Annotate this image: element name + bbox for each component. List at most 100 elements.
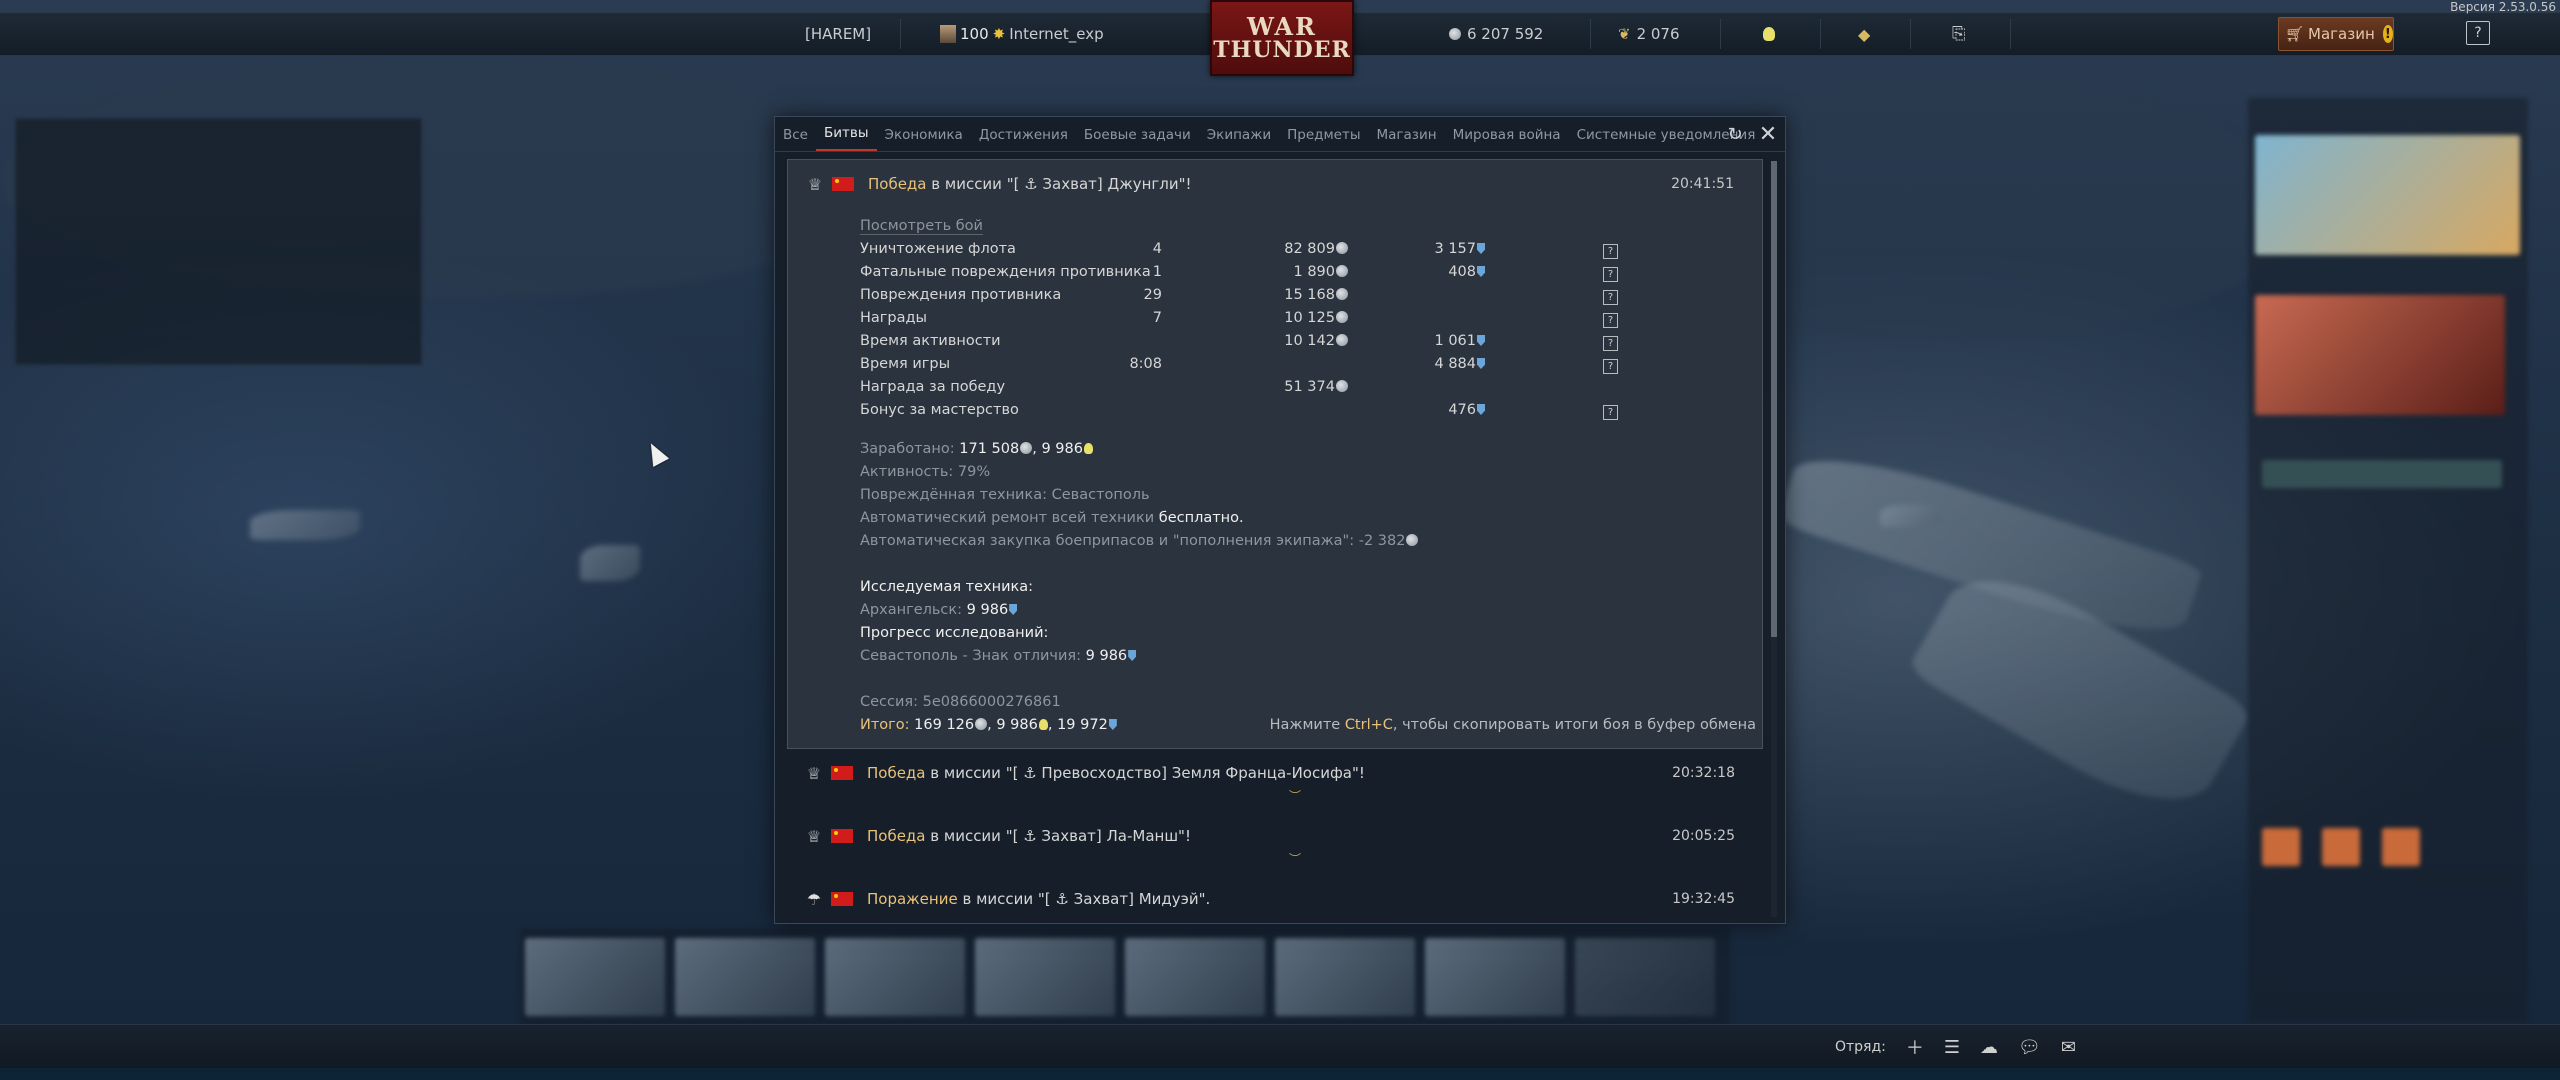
research-bulb-icon[interactable] — [1762, 13, 1775, 55]
bg-blurred-panel-left — [15, 118, 422, 365]
battle-time: 19:32:45 — [1672, 891, 1735, 907]
reward-research: 3 157 — [1434, 241, 1485, 257]
scrollbar[interactable] — [1771, 161, 1777, 917]
mail-icon[interactable]: ✉ — [2061, 1037, 2076, 1058]
tab-economy[interactable]: Экономика — [877, 125, 971, 151]
reward-label: Время игры — [860, 356, 951, 372]
silver-lions-icon — [1020, 442, 1033, 454]
silver-lions-icon — [1336, 288, 1348, 300]
reward-count: 8:08 — [1129, 356, 1162, 372]
silver-lions-icon — [1336, 380, 1348, 392]
golden-eagles-balance[interactable]: ❦ 2 076 — [1618, 13, 1680, 55]
research-vehicle-line: Архангельск: 9 986 — [860, 602, 1018, 625]
tab-battles[interactable]: Битвы — [816, 125, 877, 151]
gold-diamond-icon[interactable]: ◆ — [1858, 13, 1870, 55]
question-icon[interactable]: ? — [1603, 313, 1618, 328]
reward-silver: 10 142 — [1284, 333, 1348, 349]
reward-count: 1 — [1152, 264, 1162, 280]
tab-items[interactable]: Предметы — [1279, 125, 1368, 151]
chat-icon[interactable]: 💬︎ — [2018, 1037, 2041, 1058]
repair-line: Автоматический ремонт всей техники беспл… — [860, 510, 1244, 526]
battle-header[interactable]: ♕ Победа в миссии "[ ⚓ Захват] Джунгли"! — [806, 172, 1192, 196]
player-profile[interactable]: 100 ✸ Internet_exp — [940, 13, 1104, 55]
reward-row: Награда за победу 51 374 — [860, 379, 1620, 402]
trophy-icon: ♕ — [806, 763, 822, 783]
question-icon[interactable]: ? — [1603, 290, 1618, 305]
battle-row-collapsed[interactable]: ♕ Победа в миссии "[ ⚓ Захват] Ла-Манш"!… — [787, 816, 1763, 872]
reward-row: Повреждения противника 29 15 168? — [860, 287, 1620, 310]
defeat-icon: ☂ — [806, 889, 822, 909]
silver-lions-balance[interactable]: 6 207 592 — [1448, 13, 1543, 55]
battle-row-collapsed[interactable]: ☂ Поражение в миссии "[ ⚓ Захват] Мидуэй… — [787, 879, 1763, 923]
silver-lions-icon — [1336, 265, 1348, 277]
expand-chevron-icon[interactable]: ︶ — [1289, 787, 1301, 804]
bottom-strip — [0, 1068, 2560, 1080]
reward-silver: 51 374 — [1284, 379, 1348, 395]
war-thunder-logo[interactable]: WAR THUNDER — [1210, 0, 1354, 76]
research-points-icon — [1477, 404, 1485, 415]
question-icon[interactable]: ? — [1603, 405, 1618, 420]
total-line: Итого: 169 126, 9 986, 19 972 — [860, 717, 1117, 740]
research-bulb-icon — [1083, 443, 1093, 454]
friends-icon[interactable]: ☁ — [1980, 1037, 1998, 1058]
question-icon[interactable]: ? — [1603, 244, 1618, 259]
bottom-bar: Отряд: ＋ ☰ ☁ 💬︎ ✉ — [0, 1024, 2560, 1069]
scrollbar-thumb[interactable] — [1771, 161, 1777, 637]
ticket-icon[interactable]: ⎘ — [1952, 13, 1966, 55]
reward-row: Время игры 8:08 4 884? — [860, 356, 1620, 379]
silver-lions-icon — [1336, 242, 1348, 254]
reward-research: 408 — [1448, 264, 1485, 280]
player-level: 100 — [960, 25, 989, 43]
silver-lions-icon — [1406, 534, 1419, 546]
list-icon[interactable]: ☰ — [1944, 1037, 1960, 1058]
activity-line: Активность: 79% — [860, 464, 991, 480]
tab-battle-tasks[interactable]: Боевые задачи — [1076, 125, 1199, 151]
battle-time: 20:41:51 — [1671, 176, 1734, 192]
trophy-icon: ♕ — [807, 174, 823, 194]
reward-row: Бонус за мастерство 476? — [860, 402, 1620, 425]
reward-row: Время активности 10 142 1 061? — [860, 333, 1620, 356]
help-button[interactable]: ? — [2466, 21, 2490, 45]
copy-hint: Нажмите Ctrl+C, чтобы скопировать итоги … — [1269, 717, 1756, 733]
silver-lions-icon — [1449, 28, 1461, 40]
tab-achievements[interactable]: Достижения — [971, 125, 1076, 151]
battle-card-expanded[interactable]: ♕ Победа в миссии "[ ⚓ Захват] Джунгли"!… — [787, 159, 1763, 749]
plus-icon[interactable]: ＋ — [1906, 1034, 1924, 1060]
question-icon[interactable]: ? — [1603, 336, 1618, 351]
shop-button[interactable]: 🛒︎ Магазин ! — [2278, 17, 2394, 51]
bg-vehicle-carousel — [520, 928, 1730, 1028]
expand-chevron-icon[interactable]: ︶ — [1289, 850, 1301, 867]
tab-all[interactable]: Все — [775, 125, 816, 151]
reward-silver: 82 809 — [1284, 241, 1348, 257]
squadron-tag[interactable]: [HAREM] — [805, 13, 871, 55]
battle-mission: в миссии "[ ⚓ Захват] Джунгли"! — [926, 175, 1192, 193]
reward-label: Повреждения противника — [860, 287, 1062, 303]
earned-line: Заработано: 171 508, 9 986 — [860, 441, 1093, 464]
refresh-icon[interactable]: ↻ — [1725, 124, 1745, 145]
tab-world-war[interactable]: Мировая война — [1445, 125, 1569, 151]
watch-battle-link[interactable]: Посмотреть бой — [860, 218, 983, 235]
research-bulb-icon — [1038, 719, 1048, 730]
reward-label: Награды — [860, 310, 927, 326]
battle-row-collapsed[interactable]: ♕ Победа в миссии "[ ⚓ Превосходство] Зе… — [787, 753, 1763, 809]
session-id: Сессия: 5e0866000276861 — [860, 694, 1061, 710]
reward-research: 1 061 — [1434, 333, 1485, 349]
battle-result: Поражение — [867, 890, 958, 908]
research-points-icon — [1009, 604, 1018, 615]
research-points-icon — [1477, 358, 1485, 369]
close-icon[interactable]: ✕ — [1758, 122, 1778, 147]
question-icon[interactable]: ? — [1603, 267, 1618, 282]
battle-list: ♕ Победа в миссии "[ ⚓ Захват] Джунгли"!… — [775, 159, 1767, 923]
reward-label: Награда за победу — [860, 379, 1006, 395]
avatar — [940, 25, 956, 43]
tab-crews[interactable]: Экипажи — [1199, 125, 1279, 151]
battle-time: 20:32:18 — [1672, 765, 1735, 781]
tab-shop[interactable]: Магазин — [1369, 125, 1445, 151]
battle-result: Победа — [867, 827, 926, 845]
reward-row: Фатальные повреждения противника 1 1 890 40… — [860, 264, 1620, 287]
silver-lions-icon — [1336, 311, 1348, 323]
notification-tabs: Все Битвы Экономика Достижения Боевые за… — [775, 117, 1785, 152]
trophy-icon: ♕ — [806, 826, 822, 846]
question-icon[interactable]: ? — [1603, 359, 1618, 374]
research-points-icon — [1477, 243, 1485, 254]
